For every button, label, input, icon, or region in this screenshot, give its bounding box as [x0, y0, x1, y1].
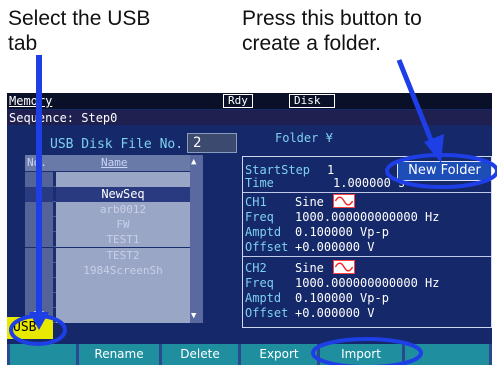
header-name: Name: [101, 156, 128, 169]
usb-tab[interactable]: USB: [7, 317, 53, 339]
list-item[interactable]: 3 arb0012: [25, 202, 190, 218]
separator: [243, 192, 491, 193]
softkey-blank[interactable]: [10, 344, 76, 365]
list-item-number: 6: [25, 247, 53, 263]
list-item-number: 8: [25, 277, 53, 293]
new-folder-button[interactable]: New Folder: [397, 161, 492, 181]
separator: [243, 256, 491, 257]
list-item-number: 4: [25, 217, 53, 233]
list-item-name: 1984ScreenSh: [56, 262, 190, 278]
instrument-screen: Memory Rdy Disk Sequence: Step0 USB Disk…: [7, 93, 492, 365]
callout-create-folder: Press this button to create a folder.: [242, 7, 422, 55]
list-item[interactable]: 8: [25, 277, 190, 293]
disk-indicator: Disk: [289, 94, 335, 108]
start-step-value: 1: [327, 163, 335, 177]
offset1-key: Offset: [245, 240, 289, 254]
sine-wave-icon: [333, 260, 355, 274]
ch2-key: CH2: [245, 261, 267, 275]
amptd1-key: Amptd: [245, 225, 282, 239]
callout-select-usb: Select the USB tab: [8, 7, 151, 55]
ch1-key: CH1: [245, 195, 267, 209]
list-item-name: TEST1: [56, 232, 190, 248]
list-scrollbar[interactable]: ▲ ▼: [190, 155, 203, 323]
freq2-key: Freq: [245, 276, 274, 290]
amptd1-value: 0.100000 Vp-p: [295, 225, 389, 239]
list-item-name: NewSeq: [56, 187, 190, 203]
ready-indicator: Rdy: [223, 94, 253, 108]
list-item-name: [56, 277, 190, 293]
softkey-blank[interactable]: [405, 344, 489, 365]
file-list[interactable]: No. Name 1 2 NewSeq 3 arb0012 4 FW 5 TEST1 6 TEST2…: [25, 155, 203, 323]
time-value: 1.000000 s: [333, 176, 406, 190]
list-item-number: 3: [25, 202, 53, 218]
export-button[interactable]: Export: [241, 344, 317, 365]
header-no: No.: [27, 156, 47, 169]
scroll-down-icon[interactable]: ▼: [191, 311, 196, 321]
list-item-name: [56, 307, 190, 323]
freq1-value: 1000.000000000000 Hz: [295, 210, 440, 224]
freq1-key: Freq: [245, 210, 274, 224]
title-bar: Memory Rdy Disk: [7, 93, 492, 109]
rename-button[interactable]: Rename: [79, 344, 159, 365]
list-item[interactable]: 4 FW: [25, 217, 190, 233]
list-item-name: FW: [56, 217, 190, 233]
list-item[interactable]: 2 NewSeq: [25, 187, 190, 203]
list-item-number: 7: [25, 262, 53, 278]
list-item-name: [56, 292, 190, 308]
list-item[interactable]: 7 1984ScreenSh: [25, 262, 190, 278]
start-step-key: StartStep: [245, 163, 311, 177]
step-info-panel: StartStep 1 Time 1.000000 s CH1 Sine Fre…: [242, 156, 492, 328]
list-header: No. Name: [25, 155, 190, 171]
list-item-number: 2: [25, 187, 53, 203]
list-item[interactable]: 1: [25, 172, 190, 187]
list-item-number: 9: [25, 292, 53, 308]
file-number-field[interactable]: 2: [187, 133, 237, 153]
time-key: Time: [245, 176, 274, 190]
list-item-name: arb0012: [56, 202, 190, 218]
sine-wave-icon: [333, 194, 355, 208]
ch1-value: Sine: [295, 195, 324, 209]
sequence-label: Sequence: Step0: [9, 111, 118, 125]
file-number-label: USB Disk File No.: [50, 137, 184, 152]
list-item[interactable]: 5 TEST1: [25, 232, 190, 248]
offset2-value: +0.000000 V: [295, 306, 375, 320]
freq2-value: 1000.000000000000 Hz: [295, 276, 440, 290]
ch2-value: Sine: [295, 261, 324, 275]
scroll-up-icon[interactable]: ▲: [191, 157, 196, 167]
sequence-bar: Sequence: Step0: [7, 110, 492, 125]
menu-title: Memory: [9, 94, 53, 108]
amptd2-value: 0.100000 Vp-p: [295, 291, 389, 305]
delete-button[interactable]: Delete: [162, 344, 238, 365]
list-item[interactable]: 6 TEST2: [25, 247, 190, 263]
folder-path-label: Folder ¥: [275, 131, 333, 145]
list-item-number: 5: [25, 232, 53, 248]
offset2-key: Offset: [245, 306, 289, 320]
list-item[interactable]: 9: [25, 292, 190, 308]
offset1-value: +0.000000 V: [295, 240, 375, 254]
list-item-name: TEST2: [56, 247, 190, 263]
softkey-bar: Rename Delete Export Import: [7, 344, 492, 365]
amptd2-key: Amptd: [245, 291, 282, 305]
list-item-number: 1: [25, 172, 53, 187]
list-item-name: [56, 172, 190, 187]
import-button[interactable]: Import: [320, 344, 402, 365]
